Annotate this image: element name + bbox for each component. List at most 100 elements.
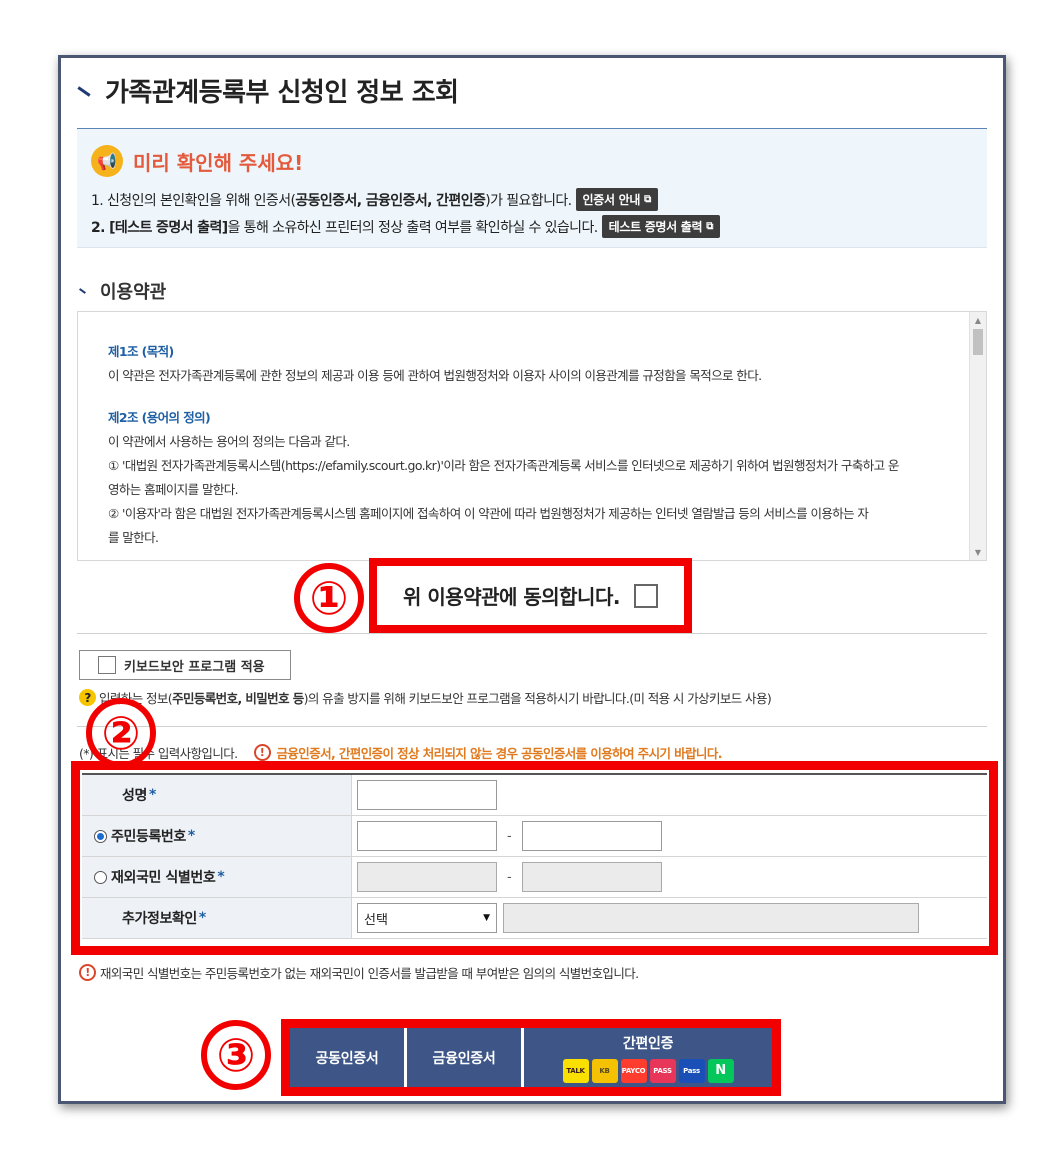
keyboard-note-bold: 주민등록번호, 비밀번호 등 (172, 691, 304, 706)
naver-icon: N (707, 1058, 734, 1083)
payco-icon: PAYCO (620, 1058, 647, 1083)
notice-line-2-suffix: 을 통해 소유하신 프린터의 정상 출력 여부를 확인하실 수 있습니다. (227, 219, 599, 236)
notice-line-1-bold: 공동인증서, 금융인증서, 간편인증 (295, 192, 486, 209)
extra-info-select-value: 선택 (364, 912, 388, 928)
foreign-cell: - (352, 857, 987, 897)
keyboard-security-button[interactable]: 키보드보안 프로그램 적용 (79, 650, 291, 680)
article2-item2: ② '이용자'라 함은 대법원 전자가족관계등록시스템 홈페이지에 접속하여 이… (108, 506, 869, 521)
rrn-cell: - (352, 816, 987, 856)
divider (77, 633, 987, 634)
external-link-icon: ⧉ (644, 194, 651, 205)
section-mark-icon (79, 288, 86, 294)
required-note-row: (*) 표시는 필수 입력사항입니다. ! 금융인증서, 간편인증이 정상 처리… (79, 743, 722, 762)
foreign-front-input (357, 862, 497, 892)
article2-item1: ① '대법원 전자가족관계등록시스템(https://efamily.scour… (108, 458, 899, 473)
required-star: * (217, 869, 225, 885)
name-label-text: 성명 (122, 788, 147, 804)
test-print-button-label: 테스트 증명서 출력 (608, 220, 703, 234)
keyboard-security-checkbox[interactable] (98, 656, 116, 674)
terms-scroll-box[interactable]: 제1조 (목적) 이 약관은 전자가족관계등록에 관한 정보의 제공과 이용 등… (77, 311, 987, 561)
name-label: 성명 * (82, 775, 352, 815)
annotation-number-1: ① (294, 563, 364, 633)
foreign-id-note: ! 재외국민 식별번호는 주민등록번호가 없는 재외국민이 인증서를 발급받을 … (79, 963, 639, 982)
required-warning: 금융인증서, 간편인증이 정상 처리되지 않는 경우 공동인증서를 이용하여 주… (276, 746, 723, 761)
required-star: * (198, 910, 206, 926)
agree-terms-label: 위 이용약관에 동의합니다. (403, 585, 620, 609)
scroll-thumb[interactable] (973, 329, 983, 355)
rrn-front-input[interactable] (357, 821, 497, 851)
extra-label-text: 추가정보확인 (122, 911, 197, 927)
terms-content: 제1조 (목적) 이 약관은 전자가족관계등록에 관한 정보의 제공과 이용 등… (108, 340, 958, 550)
external-link-icon: ⧉ (706, 221, 714, 232)
notice-title: 미리 확인해 주세요! (133, 150, 304, 175)
extra-cell: 선택 ▼ (352, 898, 987, 938)
cert-guide-button[interactable]: 인증서 안내 ⧉ (575, 188, 658, 211)
megaphone-icon: 📢 (91, 145, 123, 177)
foreign-radio[interactable] (94, 870, 107, 884)
notice-line-2-bold: 2. [테스트 증명서 출력] (91, 219, 228, 236)
page-title: 가족관계등록부 신청인 정보 조회 (77, 72, 459, 109)
form-row-extra: 추가정보확인 * 선택 ▼ (82, 898, 987, 939)
joint-cert-label: 공동인증서 (315, 1050, 379, 1067)
rrn-radio[interactable] (94, 829, 107, 843)
samsung-pass-icon: Pass (678, 1058, 705, 1083)
notice-line-1-prefix: 1. 신청인의 본인확인을 위해 인증서( (91, 192, 296, 209)
foreign-label[interactable]: 재외국민 식별번호 * (82, 857, 352, 897)
annotation-number-3: ③ (201, 1020, 271, 1090)
article1-title: 제1조 (목적) (108, 344, 174, 359)
foreign-back-input (521, 862, 662, 892)
terms-section-title: 이용약관 (79, 278, 166, 304)
cert-guide-button-label: 인증서 안내 (582, 193, 641, 207)
foreign-id-note-text: 재외국민 식별번호는 주민등록번호가 없는 재외국민이 인증서를 발급받을 때 … (100, 966, 639, 981)
terms-section-title-text: 이용약관 (100, 282, 167, 303)
pass-icon: PASS (649, 1058, 676, 1083)
article1-text: 이 약관은 전자가족관계등록에 관한 정보의 제공과 이용 등에 관하여 법원행… (108, 368, 762, 383)
joint-cert-button[interactable]: 공동인증서 (290, 1028, 407, 1087)
test-print-button[interactable]: 테스트 증명서 출력 ⧉ (601, 215, 721, 238)
simple-auth-label: 간편인증 (622, 1035, 674, 1052)
rrn-dash: - (507, 828, 512, 844)
extra-info-input (503, 903, 919, 933)
notice-line-1-suffix: )가 필요합니다. (485, 192, 572, 209)
auth-highlight-box: 공동인증서 금융인증서 간편인증 TALK KB PAYCO PASS Pass… (281, 1019, 781, 1096)
keyboard-security-label: 키보드보안 프로그램 적용 (124, 659, 265, 675)
page-frame: 가족관계등록부 신청인 정보 조회 📢 미리 확인해 주세요! 1. 신청인의 … (58, 55, 1006, 1104)
notice-line-1: 1. 신청인의 본인확인을 위해 인증서(공동인증서, 금융인증서, 간편인증)… (91, 188, 658, 211)
article2-item1-cont: 영하는 홈페이지를 말한다. (108, 482, 239, 497)
keyboard-security-note: ? 입력하는 정보(주민등록번호, 비밀번호 등)의 유출 방지를 위해 키보드… (79, 688, 772, 707)
extra-label: 추가정보확인 * (82, 898, 352, 938)
financial-cert-label: 금융인증서 (432, 1050, 496, 1067)
applicant-form-table: 성명 * 주민등록번호 * - 재외국민 식별번호 * - 추가정보확인 * 선… (82, 773, 987, 939)
rrn-label[interactable]: 주민등록번호 * (82, 816, 352, 856)
required-star: * (187, 828, 195, 844)
simple-auth-logos: TALK KB PAYCO PASS Pass N (562, 1058, 734, 1083)
scroll-up-icon[interactable]: ▲ (970, 312, 986, 328)
scroll-down-icon[interactable]: ▼ (970, 544, 986, 560)
terms-scrollbar[interactable]: ▲ ▼ (969, 312, 986, 560)
financial-cert-button[interactable]: 금융인증서 (407, 1028, 524, 1087)
extra-info-select[interactable]: 선택 ▼ (357, 903, 497, 933)
dropdown-arrow-icon: ▼ (483, 913, 490, 923)
article2-title: 제2조 (용어의 정의) (108, 410, 211, 425)
notice-line-2: 2. [테스트 증명서 출력] 을 통해 소유하신 프린터의 정상 출력 여부를 … (91, 215, 721, 238)
required-star: * (148, 787, 156, 803)
foreign-dash: - (507, 869, 512, 885)
notice-box: 📢 미리 확인해 주세요! 1. 신청인의 본인확인을 위해 인증서(공동인증서… (77, 128, 987, 248)
form-row-rrn: 주민등록번호 * - (82, 816, 987, 857)
title-mark-icon (77, 86, 91, 97)
form-row-name: 성명 * (82, 775, 987, 816)
question-icon: ? (79, 689, 96, 706)
notice-header: 📢 미리 확인해 주세요! (91, 145, 303, 177)
agree-terms-checkbox[interactable] (633, 583, 658, 608)
warning-icon: ! (79, 964, 96, 981)
foreign-label-text: 재외국민 식별번호 (111, 870, 216, 886)
kb-bank-icon: KB (591, 1058, 618, 1083)
simple-auth-button[interactable]: 간편인증 TALK KB PAYCO PASS Pass N (524, 1028, 772, 1087)
name-input[interactable] (357, 780, 497, 810)
annotation-number-2: ② (86, 698, 156, 768)
rrn-back-input[interactable] (521, 821, 662, 851)
name-cell (352, 775, 987, 815)
keyboard-note-suffix: )의 유출 방지를 위해 키보드보안 프로그램을 적용하시기 바랍니다.(미 적… (303, 691, 772, 706)
form-highlight-box: 성명 * 주민등록번호 * - 재외국민 식별번호 * - 추가정보확인 * 선… (71, 761, 998, 955)
kakao-talk-icon: TALK (562, 1058, 589, 1083)
